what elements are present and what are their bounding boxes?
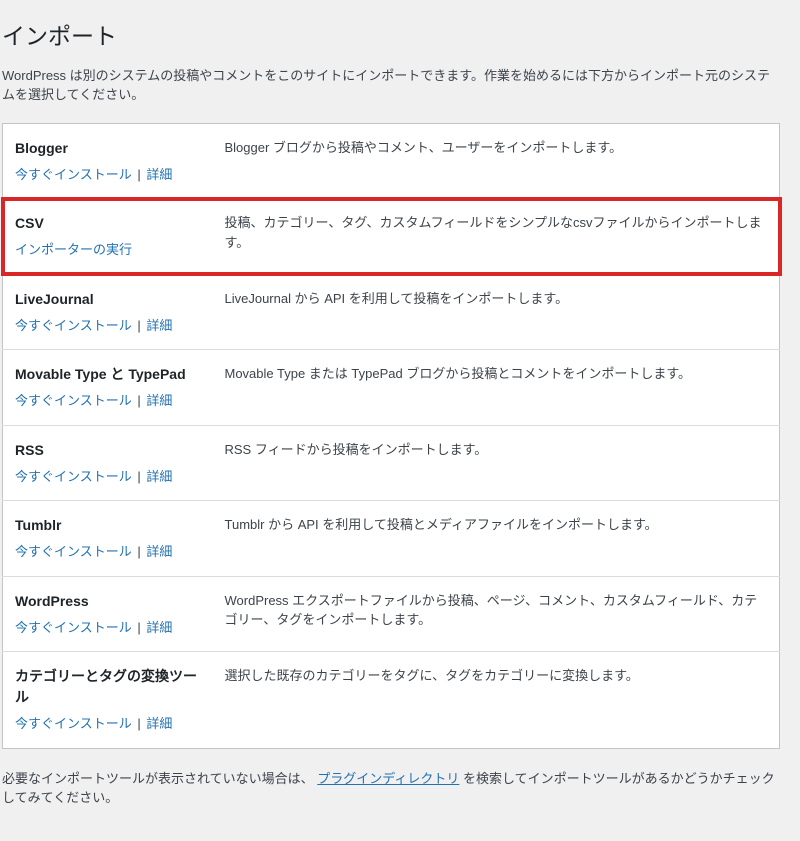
importer-description: LiveJournal から API を利用して投稿をインポートします。	[225, 289, 768, 309]
details-link[interactable]: 詳細	[146, 544, 172, 559]
footer-prefix: 必要なインポートツールが表示されていない場合は、	[2, 771, 314, 786]
details-link[interactable]: 詳細	[146, 620, 172, 635]
importer-desc-cell: 選択した既存のカテゴリーをタグに、タグをカテゴリーに変換します。	[213, 652, 780, 749]
importer-title: CSV	[15, 213, 201, 234]
importer-actions: インポーターの実行	[15, 240, 201, 260]
importer-actions: 今すぐインストール | 詳細	[15, 165, 201, 185]
importer-title: RSS	[15, 440, 201, 461]
separator: |	[132, 716, 147, 731]
importer-actions: 今すぐインストール | 詳細	[15, 467, 201, 487]
importer-name-cell: カテゴリーとタグの変換ツール今すぐインストール | 詳細	[3, 652, 213, 749]
page-title: インポート	[2, 10, 780, 58]
importer-row: Blogger 今すぐインストール | 詳細 Blogger ブログから投稿やコメン…	[3, 123, 780, 199]
importer-name-cell: Blogger 今すぐインストール | 詳細	[3, 123, 213, 199]
importer-description: WordPress エクスポートファイルから投稿、ページ、コメント、カスタムフィ…	[225, 591, 768, 630]
importer-desc-cell: WordPress エクスポートファイルから投稿、ページ、コメント、カスタムフィ…	[213, 576, 780, 652]
importer-title: カテゴリーとタグの変換ツール	[15, 666, 201, 708]
importer-desc-cell: RSS フィードから投稿をインポートします。	[213, 425, 780, 501]
importers-table: Blogger 今すぐインストール | 詳細 Blogger ブログから投稿やコメン…	[2, 123, 780, 749]
install-now-link[interactable]: 今すぐインストール	[15, 469, 132, 484]
importer-name-cell: Tumblr 今すぐインストール | 詳細	[3, 501, 213, 577]
importer-actions: 今すぐインストール | 詳細	[15, 391, 201, 411]
details-link[interactable]: 詳細	[146, 318, 172, 333]
install-now-link[interactable]: 今すぐインストール	[15, 167, 132, 182]
importer-row: RSS 今すぐインストール | 詳細 RSS フィードから投稿をインポートします。	[3, 425, 780, 501]
details-link[interactable]: 詳細	[146, 469, 172, 484]
importer-title: WordPress	[15, 591, 201, 612]
separator: |	[132, 544, 147, 559]
importer-title: Tumblr	[15, 515, 201, 536]
details-link[interactable]: 詳細	[146, 716, 172, 731]
separator: |	[132, 620, 147, 635]
importer-row: CSV インポーターの実行 投稿、カテゴリー、タグ、カスタムフィールドをシンプルなc…	[3, 199, 780, 275]
importer-title: LiveJournal	[15, 289, 201, 310]
importer-desc-cell: Tumblr から API を利用して投稿とメディアファイルをインポートします。	[213, 501, 780, 577]
importer-name-cell: LiveJournal 今すぐインストール | 詳細	[3, 274, 213, 350]
install-now-link[interactable]: 今すぐインストール	[15, 393, 132, 408]
importer-desc-cell: Movable Type または TypePad ブログから投稿とコメントをイン…	[213, 350, 780, 426]
importer-row: LiveJournal 今すぐインストール | 詳細 LiveJournal から …	[3, 274, 780, 350]
importer-desc-cell: Blogger ブログから投稿やコメント、ユーザーをインポートします。	[213, 123, 780, 199]
importer-description: Movable Type または TypePad ブログから投稿とコメントをイン…	[225, 364, 768, 384]
importer-desc-cell: 投稿、カテゴリー、タグ、カスタムフィールドをシンプルなcsvファイルからインポー…	[213, 199, 780, 275]
importer-description: Blogger ブログから投稿やコメント、ユーザーをインポートします。	[225, 138, 768, 158]
importer-name-cell: RSS 今すぐインストール | 詳細	[3, 425, 213, 501]
separator: |	[132, 318, 147, 333]
install-now-link[interactable]: 今すぐインストール	[15, 716, 132, 731]
importer-description: 選択した既存のカテゴリーをタグに、タグをカテゴリーに変換します。	[225, 666, 768, 686]
separator: |	[132, 469, 147, 484]
importer-name-cell: WordPress 今すぐインストール | 詳細	[3, 576, 213, 652]
importer-row: カテゴリーとタグの変換ツール今すぐインストール | 詳細選択した既存のカテゴリー…	[3, 652, 780, 749]
install-now-link[interactable]: 今すぐインストール	[15, 620, 132, 635]
importer-name-cell: Movable Type と TypePad 今すぐインストール | 詳細	[3, 350, 213, 426]
importer-row: WordPress 今すぐインストール | 詳細 WordPress エクスポートフ…	[3, 576, 780, 652]
importer-row: Movable Type と TypePad今すぐインストール | 詳細Mova…	[3, 350, 780, 426]
importer-description: Tumblr から API を利用して投稿とメディアファイルをインポートします。	[225, 515, 768, 535]
importer-actions: 今すぐインストール | 詳細	[15, 542, 201, 562]
install-now-link[interactable]: 今すぐインストール	[15, 318, 132, 333]
footer-note: 必要なインポートツールが表示されていない場合は、 プラグインディレクトリ を検索…	[2, 769, 780, 808]
intro-text: WordPress は別のシステムの投稿やコメントをこのサイトにインポートできま…	[2, 66, 780, 105]
separator: |	[132, 393, 147, 408]
install-now-link[interactable]: 今すぐインストール	[15, 544, 132, 559]
importer-desc-cell: LiveJournal から API を利用して投稿をインポートします。	[213, 274, 780, 350]
plugin-directory-link[interactable]: プラグインディレクトリ	[317, 771, 459, 786]
importer-description: RSS フィードから投稿をインポートします。	[225, 440, 768, 460]
importer-name-cell: CSV インポーターの実行	[3, 199, 213, 275]
details-link[interactable]: 詳細	[146, 393, 172, 408]
importer-description: 投稿、カテゴリー、タグ、カスタムフィールドをシンプルなcsvファイルからインポー…	[225, 213, 768, 252]
separator: |	[132, 167, 147, 182]
importer-actions: 今すぐインストール | 詳細	[15, 316, 201, 336]
importer-actions: 今すぐインストール | 詳細	[15, 618, 201, 638]
details-link[interactable]: 詳細	[146, 167, 172, 182]
importer-row: Tumblr 今すぐインストール | 詳細 Tumblr から API を利用して投…	[3, 501, 780, 577]
importer-title: Movable Type と TypePad	[15, 364, 201, 385]
importer-actions: 今すぐインストール | 詳細	[15, 714, 201, 734]
importer-title: Blogger	[15, 138, 201, 159]
run-importer-link[interactable]: インポーターの実行	[15, 242, 132, 257]
